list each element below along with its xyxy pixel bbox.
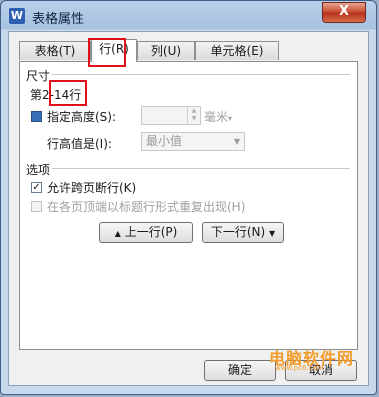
specify-height-label: 指定高度(S):	[47, 110, 117, 124]
unit-text: 毫米	[204, 110, 229, 124]
height-spinner[interactable]: ▲ ▼	[141, 106, 201, 125]
row-height-dropdown[interactable]: 最小值 ▼	[141, 132, 245, 151]
tab-cell[interactable]: 单元格(E)	[195, 41, 279, 60]
previous-row-button[interactable]: ▲ 上一行(P)	[99, 222, 193, 243]
allow-break-label: 允许跨页断行(K)	[47, 181, 137, 195]
repeat-header-checkbox[interactable]	[31, 201, 42, 212]
tab-row[interactable]: 行(R)	[91, 39, 137, 62]
dialog-body: 表格(T) 行(R) 列(U) 单元格(E) 尺寸 第2-14行 指定高度(S)…	[8, 31, 369, 386]
watermark-url: www.pc6.com	[275, 364, 324, 372]
options-section-title: 选项	[26, 163, 51, 177]
unit-caret-icon: ▾	[228, 114, 233, 123]
options-divider	[52, 168, 350, 170]
tab-table[interactable]: 表格(T)	[19, 41, 91, 60]
ok-button[interactable]: 确定	[204, 360, 276, 381]
next-row-button[interactable]: 下一行(N) ▼	[202, 222, 284, 243]
arrow-up-icon: ▲	[114, 229, 121, 238]
size-divider	[52, 74, 350, 76]
close-button[interactable]: X	[322, 2, 366, 23]
specify-height-checkbox[interactable]	[31, 111, 42, 122]
title-bar[interactable]: W 表格属性 X	[1, 1, 376, 31]
unit-label[interactable]: 毫米▾	[204, 108, 232, 125]
chevron-down-icon: ▼	[233, 137, 240, 146]
window-title: 表格属性	[32, 12, 85, 27]
spinner-arrows-icon[interactable]: ▲ ▼	[187, 107, 200, 124]
row-height-is-label: 行高值是(I):	[47, 137, 112, 151]
previous-row-label: 上一行(P)	[124, 225, 178, 239]
row-range-label: 第2-14行	[30, 88, 82, 102]
wps-writer-icon: W	[9, 8, 25, 24]
tab-column[interactable]: 列(U)	[137, 41, 195, 60]
allow-break-checkbox[interactable]: ✓	[31, 182, 42, 193]
row-tab-panel: 尺寸 第2-14行 指定高度(S): ▲ ▼ 毫米▾ 行高值是(I): 最小值 ▼…	[19, 61, 358, 350]
next-row-label: 下一行(N)	[210, 225, 266, 239]
arrow-down-icon: ▼	[269, 229, 276, 238]
size-section-title: 尺寸	[26, 69, 51, 83]
row-height-value: 最小值	[146, 134, 183, 148]
table-properties-window: W 表格属性 X 表格(T) 行(R) 列(U) 单元格(E) 尺寸 第2-14…	[0, 0, 377, 395]
repeat-header-label: 在各页顶端以标题行形式重复出现(H)	[47, 200, 246, 214]
